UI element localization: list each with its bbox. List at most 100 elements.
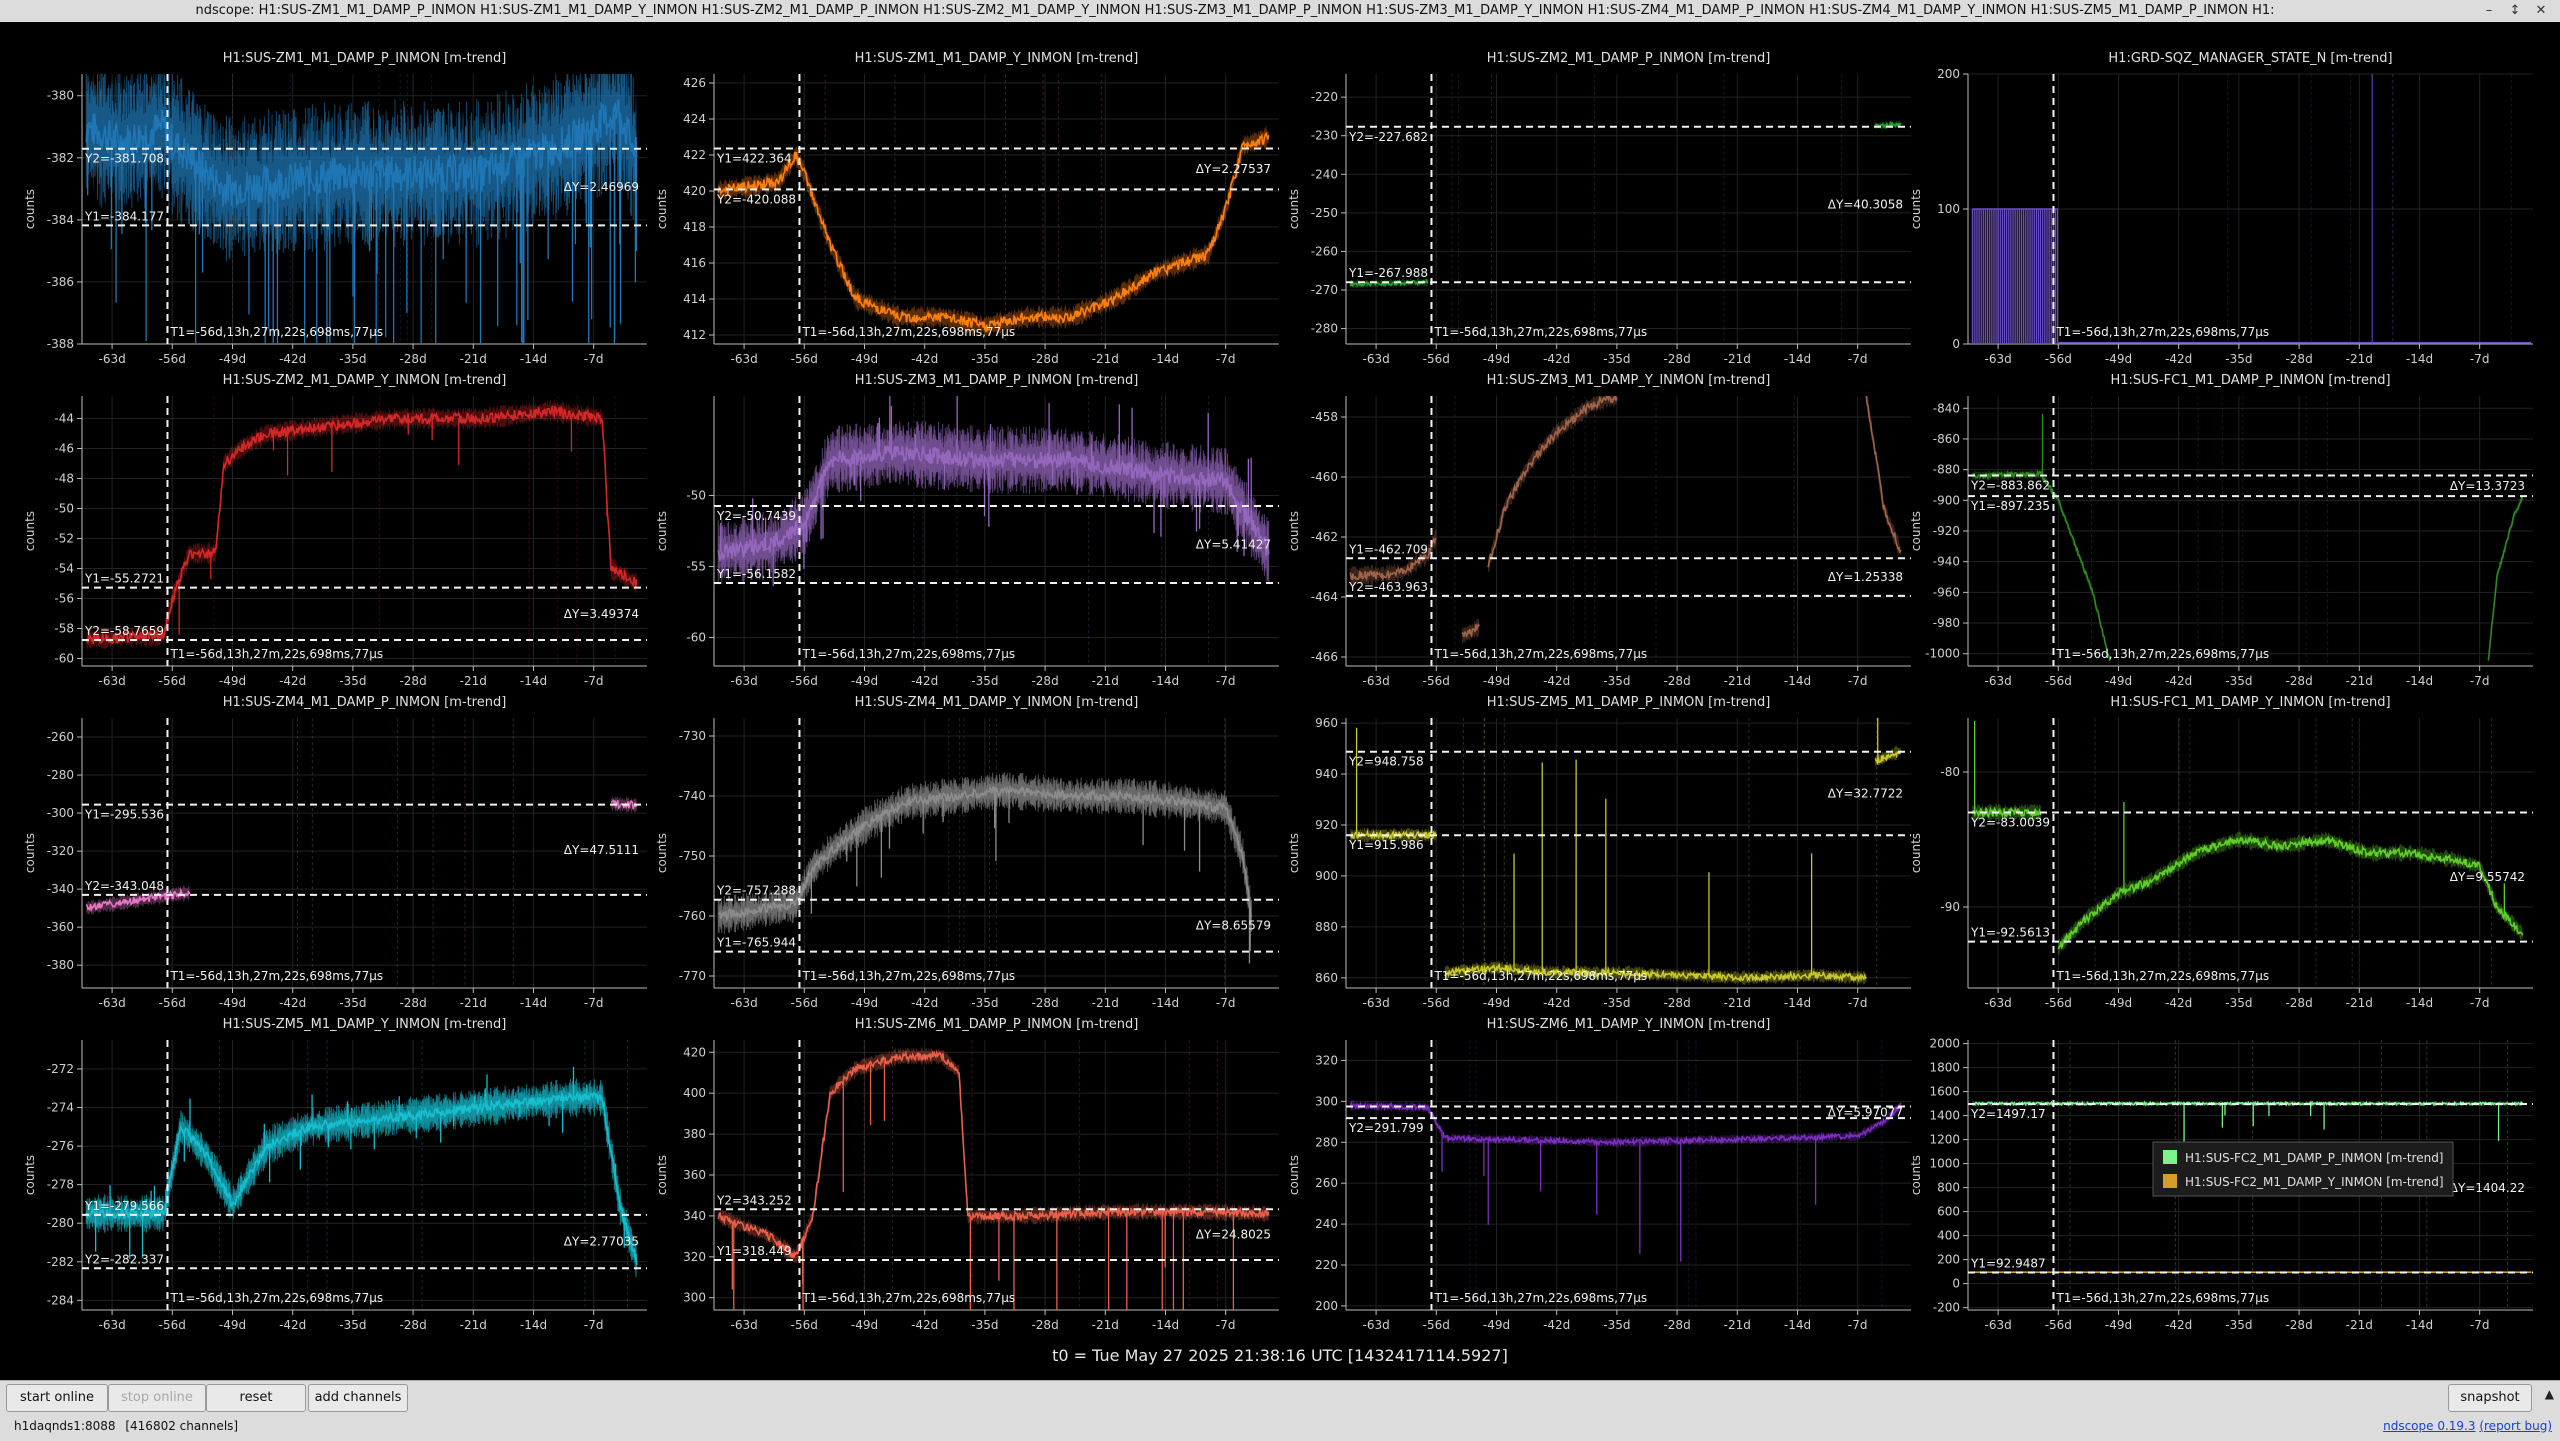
y-tick-label: 416 xyxy=(683,256,706,270)
t1-label: T1=-56d,13h,27m,22s,698ms,77μs xyxy=(169,647,383,661)
maximize-icon[interactable]: ↕ xyxy=(2504,2,2526,20)
x-tick-label: -49d xyxy=(1483,674,1510,688)
x-tick-label: -49d xyxy=(219,674,246,688)
reset-button[interactable]: reset xyxy=(206,1384,306,1412)
y-tick-label: -464 xyxy=(1311,590,1338,604)
t1-label: T1=-56d,13h,27m,22s,698ms,77μs xyxy=(801,969,1015,983)
x-tick-label: -7d xyxy=(1848,996,1868,1010)
bottom-toolbar: start online stop online reset add chann… xyxy=(0,1380,2560,1441)
x-tick-label: -14d xyxy=(2406,1318,2433,1332)
t1-label: T1=-56d,13h,27m,22s,698ms,77μs xyxy=(801,647,1015,661)
y-axis-label: counts xyxy=(23,1155,37,1195)
x-tick-label: -14d xyxy=(1784,352,1811,366)
y-tick-label: -458 xyxy=(1311,410,1338,424)
y-axis-label: counts xyxy=(1287,511,1301,551)
version-link[interactable]: ndscope 0.19.3 xyxy=(2383,1419,2475,1433)
y-tick-label: 1600 xyxy=(1929,1085,1960,1099)
x-tick-label: -63d xyxy=(1984,996,2011,1010)
y-tick-label: -388 xyxy=(47,337,74,351)
x-tick-label: -21d xyxy=(2346,996,2373,1010)
y-tick-label: 860 xyxy=(1315,971,1338,985)
plot-title: H1:SUS-ZM2_M1_DAMP_P_INMON [m-trend] xyxy=(1487,51,1771,66)
x-tick-label: -7d xyxy=(2470,1318,2490,1332)
x-tick-label: -35d xyxy=(2225,1318,2252,1332)
plots-canvas[interactable]: H1:SUS-ZM1_M1_DAMP_P_INMON [m-trend] coun… xyxy=(0,22,2560,1342)
y-tick-label: -56 xyxy=(54,592,74,606)
data-area xyxy=(85,718,638,988)
x-tick-label: -42d xyxy=(1543,674,1570,688)
x-tick-label: -49d xyxy=(219,1318,246,1332)
series-envelope xyxy=(2488,494,2523,666)
x-tick-label: -56d xyxy=(1423,1318,1450,1332)
x-tick-label: -14d xyxy=(2406,674,2433,688)
x-tick-label: -7d xyxy=(1216,1318,1236,1332)
data-area xyxy=(1971,718,2524,988)
delta-y-label: ΔY=1404.22 xyxy=(2450,1181,2525,1195)
y-tick-label: 380 xyxy=(683,1127,706,1141)
y-cursor-label: Y2=-227.682 xyxy=(1348,130,1428,144)
y-tick-label: 412 xyxy=(683,328,706,342)
y-tick-label: -386 xyxy=(47,275,74,289)
report-bug-link[interactable]: (report bug) xyxy=(2479,1419,2552,1433)
x-tick-label: -56d xyxy=(2045,674,2072,688)
x-tick-label: -63d xyxy=(730,352,757,366)
y-tick-label: -960 xyxy=(1933,585,1960,599)
y-cursor-label: Y1=318.449 xyxy=(716,1244,792,1258)
t1-label: T1=-56d,13h,27m,22s,698ms,77μs xyxy=(1433,969,1647,983)
stop-online-button[interactable]: stop online xyxy=(108,1384,206,1412)
series-line xyxy=(717,1049,1270,1258)
collapse-icon[interactable]: ▲ xyxy=(2545,1387,2554,1401)
y-tick-label: 600 xyxy=(1937,1205,1960,1219)
x-tick-label: -35d xyxy=(2225,352,2252,366)
x-tick-label: -56d xyxy=(159,1318,186,1332)
status-right: ndscope 0.19.3 (report bug) xyxy=(2383,1419,2552,1433)
window-title: ndscope: H1:SUS-ZM1_M1_DAMP_P_INMON H1:S… xyxy=(195,3,2275,18)
y-tick-label: -274 xyxy=(47,1101,74,1115)
plot-panel: H1:GRD-SQZ_MANAGER_STATE_N [m-trend] coun… xyxy=(1909,51,2533,366)
minimize-icon[interactable]: – xyxy=(2478,2,2500,20)
y-tick-label: -46 xyxy=(54,442,74,456)
y-tick-label: -340 xyxy=(47,882,74,896)
x-tick-label: -35d xyxy=(971,996,998,1010)
delta-y-label: ΔY=1.25338 xyxy=(1828,570,1903,584)
y-cursor-label: Y1=-765.944 xyxy=(716,936,796,950)
close-icon[interactable]: ✕ xyxy=(2530,2,2552,20)
plot-title: H1:GRD-SQZ_MANAGER_STATE_N [m-trend] xyxy=(2108,51,2392,66)
x-tick-label: -14d xyxy=(1784,996,1811,1010)
y-tick-label: -280 xyxy=(1311,322,1338,336)
y-tick-label: 940 xyxy=(1315,767,1338,781)
x-tick-label: -56d xyxy=(2045,1318,2072,1332)
x-tick-label: -35d xyxy=(1603,1318,1630,1332)
y-cursor-label: Y2=-343.048 xyxy=(84,879,164,893)
y-axis-label: counts xyxy=(23,189,37,229)
x-tick-label: -7d xyxy=(2470,352,2490,366)
y-tick-label: 200 xyxy=(1937,1253,1960,1267)
snapshot-button[interactable]: snapshot xyxy=(2448,1384,2532,1412)
t1-label: T1=-56d,13h,27m,22s,698ms,77μs xyxy=(2055,1291,2269,1305)
y-cursor-label: Y1=915.986 xyxy=(1348,838,1424,852)
plot-panel: H1:SUS-ZM6_M1_DAMP_Y_INMON [m-trend] coun… xyxy=(1287,1017,1911,1332)
y-tick-label: -250 xyxy=(1311,206,1338,220)
y-tick-label: 960 xyxy=(1315,716,1338,730)
y-tick-label: 340 xyxy=(683,1209,706,1223)
x-tick-label: -7d xyxy=(1848,1318,1868,1332)
plot-title: H1:SUS-ZM3_M1_DAMP_Y_INMON [m-trend] xyxy=(1487,373,1771,388)
y-tick-label: -860 xyxy=(1933,432,1960,446)
x-tick-label: -7d xyxy=(584,996,604,1010)
plot-title: H1:SUS-FC1_M1_DAMP_P_INMON [m-trend] xyxy=(2110,373,2390,388)
x-tick-label: -49d xyxy=(851,674,878,688)
x-tick-label: -28d xyxy=(1663,996,1690,1010)
x-tick-label: -7d xyxy=(584,674,604,688)
y-tick-label: 880 xyxy=(1315,920,1338,934)
t0-label: t0 = Tue May 27 2025 21:38:16 UTC [14324… xyxy=(1052,1346,1508,1365)
start-online-button[interactable]: start online xyxy=(6,1384,108,1412)
x-tick-label: -49d xyxy=(1483,1318,1510,1332)
y-cursor-label: Y1=-56.1582 xyxy=(716,567,796,581)
add-channels-button[interactable]: add channels xyxy=(308,1384,408,1412)
x-tick-label: -14d xyxy=(1784,1318,1811,1332)
plot-title: H1:SUS-FC1_M1_DAMP_Y_INMON [m-trend] xyxy=(2110,695,2390,710)
x-tick-label: -14d xyxy=(520,996,547,1010)
y-tick-label: -260 xyxy=(47,730,74,744)
y-tick-label: -460 xyxy=(1311,470,1338,484)
x-tick-label: -63d xyxy=(730,674,757,688)
